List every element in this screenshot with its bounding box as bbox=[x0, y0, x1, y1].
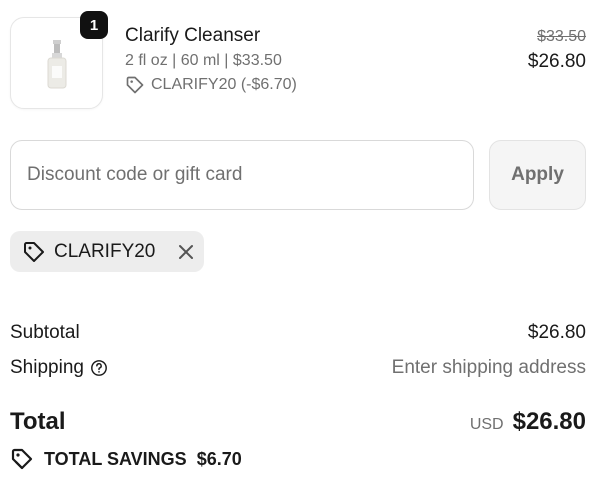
quantity-badge: 1 bbox=[80, 11, 108, 39]
shipping-label: Shipping bbox=[10, 357, 84, 378]
savings-value: $6.70 bbox=[196, 448, 242, 469]
shipping-label-group: Shipping bbox=[10, 357, 108, 379]
product-bottle-image bbox=[47, 40, 67, 89]
applied-discount-chip: CLARIFY20 bbox=[10, 231, 204, 272]
price-original: $33.50 bbox=[537, 28, 586, 45]
savings-label: TOTAL SAVINGS bbox=[44, 448, 187, 469]
line-item-discount: CLARIFY20 (-$6.70) bbox=[125, 75, 297, 95]
shipping-value: Enter shipping address bbox=[391, 357, 586, 378]
product-name: Clarify Cleanser bbox=[125, 25, 261, 46]
help-circle-icon[interactable] bbox=[90, 359, 108, 377]
tag-icon bbox=[11, 448, 33, 470]
currency-code: USD bbox=[469, 416, 504, 433]
remove-discount-button[interactable] bbox=[177, 243, 195, 261]
line-item-discount-label: CLARIFY20 (-$6.70) bbox=[151, 76, 297, 93]
total-row: Total USD $26.80 bbox=[10, 404, 586, 440]
total-amount: $26.80 bbox=[512, 408, 586, 435]
subtotal-value: $26.80 bbox=[527, 322, 586, 343]
tag-icon bbox=[126, 76, 144, 94]
apply-discount-button[interactable]: Apply bbox=[489, 140, 586, 210]
total-label: Total bbox=[10, 408, 66, 435]
cart-line-item: 1 Clarify Cleanser 2 fl oz | 60 ml | $33… bbox=[10, 11, 586, 109]
applied-discount-code: CLARIFY20 bbox=[54, 240, 156, 262]
close-icon bbox=[179, 244, 194, 259]
discount-code-input[interactable] bbox=[10, 140, 474, 210]
tag-icon bbox=[24, 241, 44, 262]
subtotal-label: Subtotal bbox=[10, 322, 80, 343]
product-variant: 2 fl oz | 60 ml | $33.50 bbox=[125, 52, 282, 69]
shipping-row: Shipping Enter shipping address bbox=[10, 355, 586, 381]
total-amount-group: USD $26.80 bbox=[470, 408, 586, 436]
total-savings: TOTAL SAVINGS $6.70 bbox=[10, 447, 242, 471]
subtotal-row: Subtotal $26.80 bbox=[10, 320, 586, 346]
price-final: $26.80 bbox=[527, 51, 586, 72]
discount-code-row: Apply bbox=[10, 140, 586, 210]
